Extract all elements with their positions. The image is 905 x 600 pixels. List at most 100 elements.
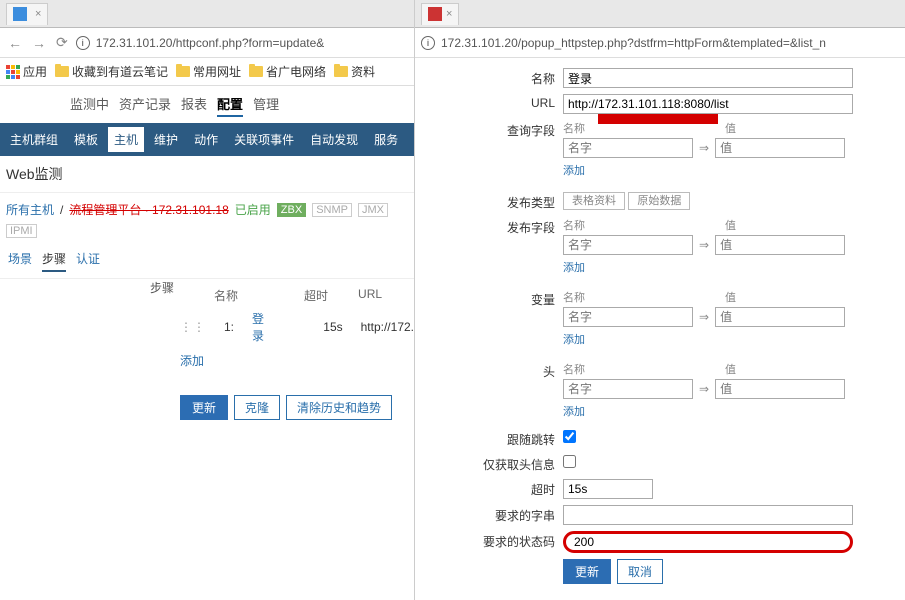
breadcrumb: 所有主机/ 流程管理平台 · 172.31.101.18 已启用 ZBXSNMP… bbox=[0, 193, 414, 246]
browser-toolbar: ← → ⟳ i 172.31.101.20/httpconf.php?form=… bbox=[0, 28, 414, 58]
subnav-correlation[interactable]: 关联项事件 bbox=[228, 127, 300, 152]
cancel-button[interactable]: 取消 bbox=[617, 559, 663, 584]
pub-name-input[interactable] bbox=[563, 235, 693, 255]
reqstatus-input[interactable] bbox=[563, 531, 853, 553]
pub-form-button[interactable]: 表格资料 bbox=[563, 192, 625, 210]
tab-auth[interactable]: 认证 bbox=[76, 250, 100, 272]
var-value-input[interactable] bbox=[715, 307, 845, 327]
status-enabled: 已启用 bbox=[235, 201, 271, 218]
folder-icon bbox=[55, 66, 69, 77]
address-bar[interactable]: 172.31.101.20/popup_httpstep.php?dstfrm=… bbox=[441, 36, 826, 50]
steps-label: 步骤 bbox=[150, 279, 174, 296]
subnav-hostgroups[interactable]: 主机群组 bbox=[4, 127, 64, 152]
label-query: 查询字段 bbox=[415, 120, 563, 178]
header-value-input[interactable] bbox=[715, 379, 845, 399]
drag-handle-icon[interactable]: ⋮⋮ bbox=[180, 320, 206, 334]
crumb-all-hosts[interactable]: 所有主机 bbox=[6, 201, 54, 218]
site-info-icon[interactable]: i bbox=[76, 36, 90, 50]
redaction-overlay bbox=[598, 114, 718, 124]
pub-value-input[interactable] bbox=[715, 235, 845, 255]
pub-raw-button[interactable]: 原始数据 bbox=[628, 192, 690, 210]
subnav-services[interactable]: 服务 bbox=[368, 127, 404, 152]
tag-snmp: SNMP bbox=[312, 203, 352, 217]
crumb-host[interactable]: 流程管理平台 · 172.31.101.18 bbox=[69, 201, 228, 218]
follow-checkbox[interactable] bbox=[563, 430, 576, 443]
add-step-link[interactable]: 添加 bbox=[180, 354, 204, 368]
timeout-input[interactable] bbox=[563, 479, 653, 499]
arrow-icon: ⇒ bbox=[699, 141, 709, 155]
add-query-link[interactable]: 添加 bbox=[563, 162, 585, 178]
label-name: 名称 bbox=[415, 68, 563, 88]
nav-admin[interactable]: 管理 bbox=[253, 94, 279, 117]
clone-button[interactable]: 克隆 bbox=[234, 395, 280, 420]
subnav-maint[interactable]: 维护 bbox=[148, 127, 184, 152]
nav-assets[interactable]: 资产记录 bbox=[119, 94, 171, 117]
site-info-icon[interactable]: i bbox=[421, 36, 435, 50]
pair-col-name: 名称 bbox=[563, 289, 585, 305]
var-name-input[interactable] bbox=[563, 307, 693, 327]
page-title: Web监测 bbox=[0, 156, 414, 193]
label-headers: 头 bbox=[415, 361, 563, 419]
header-name-input[interactable] bbox=[563, 379, 693, 399]
forward-icon[interactable]: → bbox=[30, 35, 48, 51]
add-header-link[interactable]: 添加 bbox=[563, 403, 585, 419]
tab-steps[interactable]: 步骤 bbox=[42, 250, 66, 272]
close-icon[interactable]: × bbox=[446, 8, 452, 20]
add-pub-link[interactable]: 添加 bbox=[563, 259, 585, 275]
label-pubtype: 发布类型 bbox=[415, 192, 563, 211]
address-bar[interactable]: 172.31.101.20/httpconf.php?form=update& bbox=[96, 36, 325, 50]
browser-tab[interactable]: × bbox=[6, 3, 48, 25]
action-buttons: 更新 克隆 清除历史和趋势 bbox=[0, 395, 414, 420]
tag-zbx: ZBX bbox=[277, 203, 306, 217]
steps-table: 名称 超时 URL ⋮⋮ 1: 登录 15s http://172. 添加 bbox=[0, 279, 414, 377]
col-name: 名称 bbox=[214, 287, 238, 304]
bookmark-fav[interactable]: 收藏到有道云笔记 bbox=[55, 63, 168, 80]
row-name[interactable]: 登录 bbox=[252, 310, 273, 344]
label-follow: 跟随跳转 bbox=[415, 429, 563, 448]
browser-toolbar: i 172.31.101.20/popup_httpstep.php?dstfr… bbox=[415, 28, 905, 58]
label-vars: 变量 bbox=[415, 289, 563, 347]
browser-tab[interactable]: × bbox=[421, 3, 459, 25]
arrow-icon: ⇒ bbox=[699, 310, 709, 324]
label-timeout: 超时 bbox=[415, 479, 563, 499]
query-name-input[interactable] bbox=[563, 138, 693, 158]
update-button[interactable]: 更新 bbox=[563, 559, 611, 584]
right-window: × i 172.31.101.20/popup_httpstep.php?dst… bbox=[415, 0, 905, 600]
subnav-discovery[interactable]: 自动发现 bbox=[304, 127, 364, 152]
subnav-hosts[interactable]: 主机 bbox=[108, 127, 144, 152]
reload-icon[interactable]: ⟳ bbox=[54, 34, 70, 51]
update-button[interactable]: 更新 bbox=[180, 395, 228, 420]
apps-button[interactable]: 应用 bbox=[6, 63, 47, 80]
apps-label: 应用 bbox=[23, 63, 47, 80]
table-row: ⋮⋮ 1: 登录 15s http://172. bbox=[180, 310, 414, 344]
bookmark-common[interactable]: 常用网址 bbox=[176, 63, 241, 80]
top-nav: 监测中 资产记录 报表 配置 管理 bbox=[0, 86, 414, 123]
subnav-actions[interactable]: 动作 bbox=[188, 127, 224, 152]
nav-monitor[interactable]: 监测中 bbox=[70, 94, 109, 117]
col-timeout: 超时 bbox=[304, 287, 328, 304]
row-timeout: 15s bbox=[323, 320, 342, 334]
folder-icon bbox=[249, 66, 263, 77]
folder-icon bbox=[334, 66, 348, 77]
dialog-buttons: 更新 取消 bbox=[415, 559, 897, 584]
add-var-link[interactable]: 添加 bbox=[563, 331, 585, 347]
favicon-icon bbox=[13, 7, 27, 21]
sub-nav: 主机群组 模板 主机 维护 动作 关联项事件 自动发现 服务 bbox=[0, 123, 414, 156]
label-pubfields: 发布字段 bbox=[415, 217, 563, 275]
close-icon[interactable]: × bbox=[35, 8, 41, 20]
query-value-input[interactable] bbox=[715, 138, 845, 158]
nav-reports[interactable]: 报表 bbox=[181, 94, 207, 117]
reqstr-input[interactable] bbox=[563, 505, 853, 525]
back-icon[interactable]: ← bbox=[6, 35, 24, 51]
tab-scenario[interactable]: 场景 bbox=[8, 250, 32, 272]
pair-col-val: 值 bbox=[725, 120, 736, 136]
bookmark-res[interactable]: 资料 bbox=[334, 63, 375, 80]
name-input[interactable] bbox=[563, 68, 853, 88]
clear-history-button[interactable]: 清除历史和趋势 bbox=[286, 395, 392, 420]
label-reqstr: 要求的字串 bbox=[415, 505, 563, 525]
subnav-templates[interactable]: 模板 bbox=[68, 127, 104, 152]
headonly-checkbox[interactable] bbox=[563, 455, 576, 468]
url-input[interactable] bbox=[563, 94, 853, 114]
bookmark-net[interactable]: 省广电网络 bbox=[249, 63, 326, 80]
nav-config[interactable]: 配置 bbox=[217, 94, 243, 117]
